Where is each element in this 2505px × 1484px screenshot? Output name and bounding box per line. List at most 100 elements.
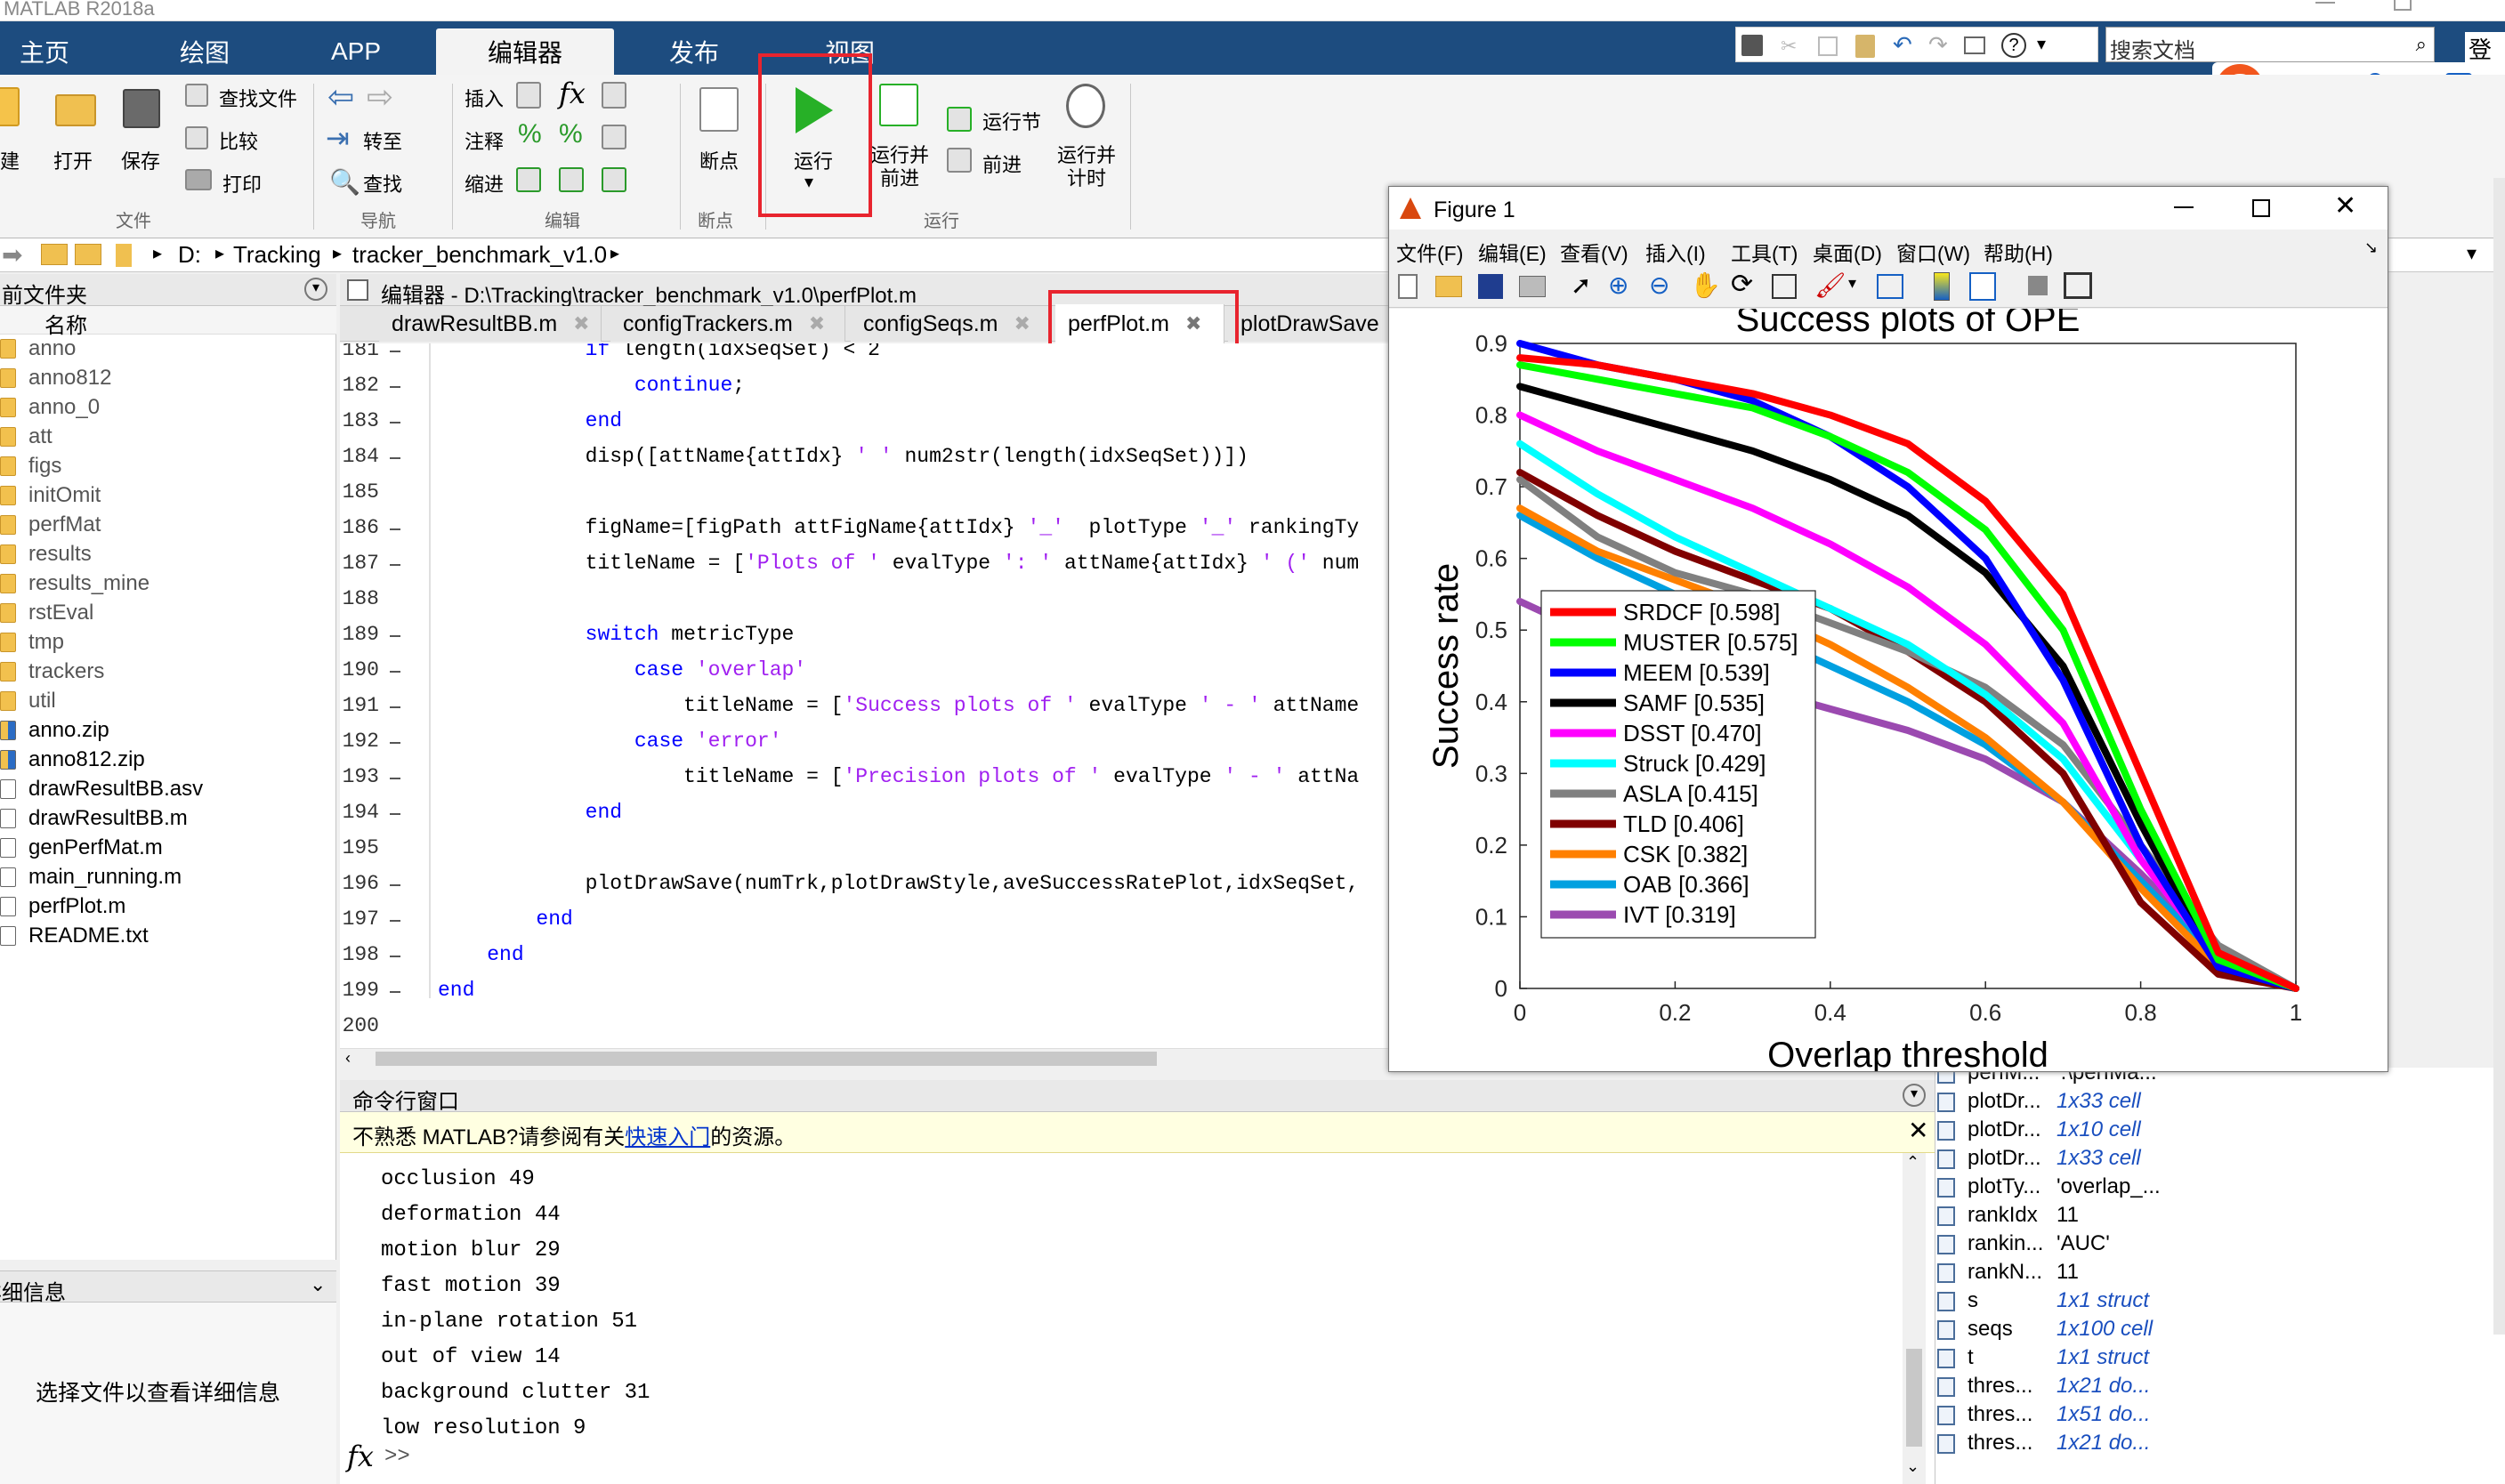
run-advance-icon[interactable] bbox=[879, 84, 918, 126]
forward-arrow-icon[interactable]: ⇨ bbox=[367, 78, 393, 116]
code-line[interactable]: case 'overlap' bbox=[438, 658, 806, 682]
increase-indent-icon[interactable] bbox=[559, 167, 584, 192]
file-list-item[interactable]: results bbox=[0, 542, 92, 567]
workspace-variable[interactable]: plotDr... 1x10 cell bbox=[1937, 1117, 2141, 1142]
panel-menu-icon[interactable]: ▾ bbox=[304, 278, 327, 301]
file-list-item[interactable]: initOmit bbox=[0, 483, 101, 508]
close-icon[interactable]: ✖ bbox=[809, 312, 825, 335]
new-icon[interactable] bbox=[0, 87, 20, 126]
brush-icon[interactable]: 🖌 bbox=[1814, 270, 1846, 300]
workspace-variable[interactable]: t 1x1 struct bbox=[1937, 1345, 2149, 1370]
run-time-icon[interactable] bbox=[1066, 84, 1105, 128]
new-figure-icon[interactable] bbox=[1398, 274, 1418, 299]
code-line[interactable]: plotDrawSave(numTrk,plotDrawStyle,aveSuc… bbox=[438, 872, 1360, 895]
wrap-comment-icon[interactable] bbox=[602, 125, 626, 149]
scroll-thumb[interactable] bbox=[1906, 1349, 1922, 1447]
address-dropdown-icon[interactable]: ▾ bbox=[2467, 242, 2477, 265]
figure-menu-item[interactable]: 查看(V) bbox=[1560, 237, 1628, 267]
tab-plotdrawsave[interactable]: plotDrawSave bbox=[1228, 306, 1388, 342]
code-line[interactable]: end bbox=[438, 943, 523, 966]
restore-icon[interactable] bbox=[2394, 0, 2412, 11]
path-benchmark[interactable]: tracker_benchmark_v1.0 bbox=[352, 241, 607, 269]
workspace-variable[interactable]: plotTy... 'overlap_... bbox=[1937, 1174, 2161, 1199]
save-file-icon[interactable] bbox=[123, 89, 160, 128]
tab-publish[interactable]: 发布 bbox=[650, 28, 739, 75]
figure-menu-item[interactable]: 桌面(D) bbox=[1813, 237, 1882, 267]
file-list-item[interactable]: trackers bbox=[0, 659, 104, 684]
code-line[interactable]: figName=[figPath attFigName{attIdx} '_' … bbox=[438, 516, 1360, 539]
decrease-indent-icon[interactable] bbox=[602, 167, 626, 192]
tab-configtrackers[interactable]: configTrackers.m ✖ bbox=[610, 306, 845, 342]
run-time-button[interactable]: 运行并 计时 bbox=[1057, 144, 1116, 190]
find-files-button[interactable]: 查找文件 bbox=[219, 84, 297, 112]
rotate-icon[interactable]: ⟳ bbox=[1731, 269, 1753, 300]
code-line[interactable]: switch metricType bbox=[438, 623, 795, 646]
search-documentation[interactable]: 搜索文档 ⌕ bbox=[2105, 27, 2435, 63]
close-icon[interactable]: ✕ bbox=[2334, 190, 2356, 222]
workspace-variable[interactable]: plotDr... 1x33 cell bbox=[1937, 1089, 2141, 1114]
file-list-item[interactable]: README.txt bbox=[0, 923, 149, 948]
find-icon[interactable]: 🔍 bbox=[329, 167, 360, 197]
file-list-item[interactable]: att bbox=[0, 424, 53, 449]
tab-plots[interactable]: 绘图 bbox=[160, 28, 249, 75]
code-editor[interactable]: 181 if length(idxSeqSet) < 2 182 continue… bbox=[340, 343, 1388, 1048]
tab-apps[interactable]: APP bbox=[311, 28, 400, 75]
print-button[interactable]: 打印 bbox=[222, 169, 262, 198]
scroll-down-icon[interactable]: ⌄ bbox=[1906, 1457, 1919, 1476]
advance-button[interactable]: 前进 bbox=[982, 149, 1022, 178]
pointer-icon[interactable]: ➚ bbox=[1571, 270, 1591, 300]
maximize-icon[interactable] bbox=[2252, 199, 2270, 217]
run-section-icon[interactable] bbox=[947, 107, 972, 132]
figure-menu-item[interactable]: 编辑(E) bbox=[1478, 237, 1547, 267]
redo-icon[interactable]: ↷ bbox=[1928, 31, 1948, 59]
code-line[interactable]: if length(idxSeqSet) < 2 bbox=[438, 343, 880, 361]
workspace-variable[interactable]: s 1x1 struct bbox=[1937, 1288, 2149, 1313]
pan-icon[interactable]: ✋ bbox=[1690, 270, 1721, 300]
cut-icon[interactable]: ✂ bbox=[1781, 35, 1797, 58]
insert-section-icon[interactable] bbox=[516, 82, 541, 109]
goto-button[interactable]: 转至 bbox=[363, 126, 402, 155]
file-list-item[interactable]: perfPlot.m bbox=[0, 894, 125, 919]
insert-function-icon[interactable] bbox=[602, 82, 626, 109]
code-line[interactable]: end bbox=[438, 979, 474, 1002]
code-line[interactable]: continue; bbox=[438, 374, 745, 397]
scroll-left-icon[interactable]: ‹ bbox=[345, 1049, 351, 1068]
search-icon[interactable]: ⌕ bbox=[2416, 33, 2427, 56]
zoom-out-icon[interactable]: ⊖ bbox=[1649, 270, 1669, 300]
workspace-variable[interactable]: seqs 1x100 cell bbox=[1937, 1317, 2153, 1342]
tab-configseqs[interactable]: configSeqs.m ✖ bbox=[851, 306, 1052, 342]
show-plot-tools-icon[interactable] bbox=[2064, 272, 2092, 299]
minimize-icon[interactable] bbox=[2315, 2, 2335, 4]
save-icon[interactable] bbox=[1741, 35, 1763, 56]
code-line[interactable]: disp([attName{attIdx} ' ' num2str(length… bbox=[438, 445, 1248, 468]
file-list-item[interactable]: drawResultBB.m bbox=[0, 806, 188, 831]
tab-drawresultbb[interactable]: drawResultBB.m ✖ bbox=[379, 306, 602, 342]
horizontal-scrollbar[interactable]: ‹ bbox=[340, 1048, 1388, 1068]
quick-start-link[interactable]: 快速入门 bbox=[625, 1125, 710, 1149]
insert-button[interactable]: 插入 bbox=[465, 84, 504, 112]
close-icon[interactable]: ✖ bbox=[1014, 312, 1030, 335]
data-cursor-icon[interactable] bbox=[1772, 274, 1797, 299]
name-column-header[interactable]: 名称 bbox=[0, 306, 336, 338]
chevron-down-icon[interactable]: ⌄ bbox=[310, 1273, 326, 1296]
path-drive[interactable]: D: bbox=[178, 241, 201, 269]
link-plot-icon[interactable] bbox=[1877, 274, 1903, 299]
code-line[interactable]: end bbox=[438, 907, 572, 931]
percent-icon[interactable]: % bbox=[518, 119, 542, 149]
figure-menu-item[interactable]: 工具(T) bbox=[1731, 237, 1798, 267]
figure-menu-item[interactable]: 文件(F) bbox=[1396, 237, 1463, 267]
run-advance-button[interactable]: 运行并 前进 bbox=[870, 144, 929, 190]
save-figure-icon[interactable] bbox=[1478, 274, 1503, 299]
code-line[interactable]: case 'error' bbox=[438, 730, 782, 753]
figure-menu-item[interactable]: 窗口(W) bbox=[1896, 237, 1970, 267]
file-list-item[interactable]: drawResultBB.asv bbox=[0, 777, 203, 802]
file-list-item[interactable]: results_mine bbox=[0, 571, 149, 596]
comment-button[interactable]: 注释 bbox=[465, 126, 504, 155]
file-list-item[interactable]: perfMat bbox=[0, 512, 101, 537]
path-tracking[interactable]: Tracking bbox=[233, 241, 321, 269]
undo-icon[interactable]: ↶ bbox=[1893, 31, 1912, 59]
tab-home[interactable]: 主页 bbox=[0, 28, 89, 75]
save-button[interactable]: 保存 bbox=[121, 146, 160, 174]
new-button[interactable]: 新建 bbox=[0, 146, 20, 174]
smart-indent-icon[interactable] bbox=[516, 167, 541, 192]
